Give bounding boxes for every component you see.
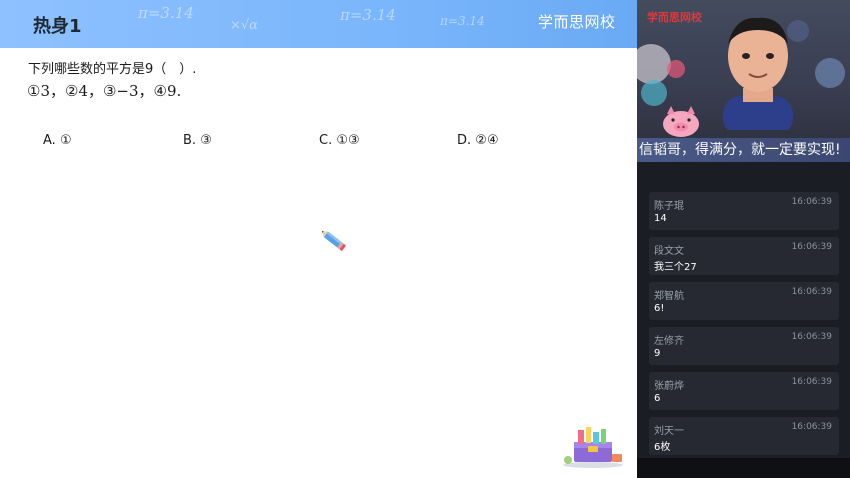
bokeh-light (667, 60, 685, 78)
chat-username: 张蔚烨 (654, 381, 684, 392)
chat-text: 我三个27 (654, 262, 697, 273)
bokeh-light (637, 44, 671, 84)
chat-text: 6! (654, 303, 665, 314)
chat-username: 刘天一 (654, 426, 684, 437)
chat-timestamp: 16:06:39 (791, 422, 832, 432)
header-doodle: π=3.14 (138, 4, 194, 22)
chat-footer (637, 458, 850, 478)
chat-username: 陈子琨 (654, 201, 684, 212)
chat-timestamp: 16:06:39 (791, 287, 832, 297)
chat-timestamp: 16:06:39 (791, 242, 832, 252)
choice-label: D. (457, 133, 472, 148)
chat-message: 刘天一 16:06:39 6枚 (649, 417, 839, 455)
header-doodle: π=3.14 (340, 6, 396, 24)
right-panel: 学而思网校 信韬哥，得满分，就一定要实现! 陈子琨 16:06:39 14 段文… (637, 0, 850, 478)
question-items: ①3，②4，③−3，④9. (27, 82, 182, 100)
chat-username: 左修齐 (654, 336, 684, 347)
chat-text: 9 (654, 348, 661, 359)
lesson-slide: π=3.14 ×√α π=3.14 π=3.14 热身1 学而思网校 下列哪些数… (0, 0, 637, 478)
chat-message: 张蔚烨 16:06:39 6 (649, 372, 839, 410)
chat-timestamp: 16:06:39 (791, 377, 832, 387)
choice-value: ③ (200, 133, 212, 148)
choice-value: ① (59, 133, 72, 148)
chat-text: 6 (654, 393, 661, 404)
header-doodle: π=3.14 (440, 14, 485, 28)
choice-label: C. (319, 133, 333, 148)
choice-label: A. (43, 133, 56, 148)
teacher-avatar (723, 17, 793, 130)
choice-a[interactable]: A. ① (43, 133, 72, 148)
pencil-cursor-icon (321, 231, 346, 251)
choice-value: ②④ (475, 133, 499, 148)
choice-c[interactable]: C. ①③ (319, 133, 360, 148)
teacher-video[interactable]: 学而思网校 信韬哥，得满分，就一定要实现! (637, 0, 850, 162)
video-watermark-logo: 学而思网校 (647, 11, 702, 24)
toolbox-decoration-icon (563, 427, 623, 468)
section-title: 热身1 (33, 16, 82, 37)
chat-message: 郑智航 16:06:39 6! (649, 282, 839, 320)
chat-timestamp: 16:06:39 (791, 197, 832, 207)
chat-panel[interactable]: 陈子琨 16:06:39 14 段文文 16:06:39 我三个27 郑智航 1… (637, 162, 850, 458)
chat-text: 14 (654, 213, 667, 224)
chat-message: 陈子琨 16:06:39 14 (649, 192, 839, 230)
pig-mascot-icon (663, 106, 699, 137)
chat-message: 段文文 16:06:39 我三个27 (649, 237, 839, 275)
choice-value: ①③ (336, 133, 360, 148)
chat-timestamp: 16:06:39 (791, 332, 832, 342)
chat-text: 6枚 (654, 442, 671, 453)
choice-b[interactable]: B. ③ (183, 133, 212, 148)
lesson-header: π=3.14 ×√α π=3.14 π=3.14 热身1 学而思网校 (0, 0, 637, 48)
header-doodle: ×√α (230, 18, 258, 33)
choice-label: B. (183, 133, 197, 148)
bokeh-light (641, 80, 667, 106)
question-text: 下列哪些数的平方是9（ ）. (28, 62, 197, 77)
bokeh-light (815, 58, 845, 88)
choice-d[interactable]: D. ②④ (457, 133, 499, 148)
chat-message: 左修齐 16:06:39 9 (649, 327, 839, 365)
slogan-banner: 信韬哥，得满分，就一定要实现! (637, 138, 850, 162)
brand-logo-text: 学而思网校 (538, 13, 616, 31)
chat-username: 段文文 (654, 246, 684, 257)
chat-username: 郑智航 (654, 291, 684, 302)
